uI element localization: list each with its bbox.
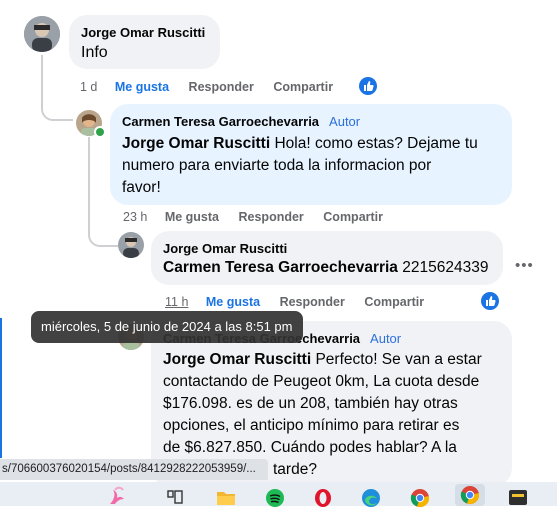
thread-line-curve xyxy=(88,225,118,247)
file-explorer-icon[interactable] xyxy=(216,488,236,506)
comment-actions: 23 h Me gusta Responder Compartir xyxy=(123,210,399,224)
comment-text-line: contactando de Peugeot 0km, La cuota des… xyxy=(163,373,480,390)
comment-text: Carmen Teresa Garroechevarria 2215624339 xyxy=(163,257,488,279)
opera-icon[interactable] xyxy=(313,488,333,507)
chrome-icon-active[interactable] xyxy=(455,484,485,506)
comment-text-line: favor! xyxy=(122,179,161,196)
mention-link[interactable]: Carmen Teresa Garroechevarria xyxy=(163,259,398,276)
thread-line xyxy=(88,137,90,227)
comment-actions: 1 d Me gusta Responder Compartir xyxy=(80,80,349,94)
status-url-bar: s/706600376020154/posts/841292822205395​… xyxy=(0,459,268,480)
spotify-icon[interactable] xyxy=(265,488,285,507)
comment-bubble: Jorge Omar Ruscitti Carmen Teresa Garroe… xyxy=(151,231,503,285)
comment-author-row: Carmen Teresa Garroechevarria Autor xyxy=(122,114,360,129)
timestamp-tooltip: miércoles, 5 de junio de 2024 a las 8:51… xyxy=(31,311,303,343)
comment-text-line: Hola! como estas? Dejame tu xyxy=(274,135,478,152)
edge-icon[interactable] xyxy=(361,488,381,507)
thread-line-curve xyxy=(41,105,73,121)
like-button[interactable]: Me gusta xyxy=(206,295,260,309)
comment-text-line: Perfecto! Se van a estar xyxy=(315,351,482,368)
reply-button[interactable]: Responder xyxy=(189,80,254,94)
share-button[interactable]: Compartir xyxy=(364,295,424,309)
phone-number: 2215624339 xyxy=(402,259,489,276)
comment-author[interactable]: Carmen Teresa Garroechevarria xyxy=(122,114,319,129)
author-badge: Autor xyxy=(370,331,402,346)
task-view-icon[interactable] xyxy=(166,488,186,506)
share-button[interactable]: Compartir xyxy=(323,210,383,224)
flamingo-icon[interactable] xyxy=(102,484,132,504)
share-button[interactable]: Compartir xyxy=(273,80,333,94)
reply-button[interactable]: Responder xyxy=(280,295,345,309)
comment-timestamp[interactable]: 23 h xyxy=(123,210,147,224)
thread-line xyxy=(41,55,43,107)
comment-actions: 11 h Me gusta Responder Compartir xyxy=(165,295,440,309)
comment-bubble: Jorge Omar Ruscitti Info xyxy=(69,15,220,69)
avatar[interactable] xyxy=(24,16,60,52)
comment-timestamp[interactable]: 1 d xyxy=(80,80,97,94)
taskbar xyxy=(0,482,557,508)
comment-text-line: opciones, el anticipo mínimo para retira… xyxy=(163,417,460,434)
like-button[interactable]: Me gusta xyxy=(115,80,169,94)
mention-link[interactable]: Jorge Omar Ruscitti xyxy=(122,135,270,152)
like-reaction-icon[interactable] xyxy=(481,292,499,310)
comment-text-line: numero para enviarte toda la informacion… xyxy=(122,157,432,174)
mention-link[interactable]: Jorge Omar Ruscitti xyxy=(163,351,311,368)
comment-timestamp[interactable]: 11 h xyxy=(165,295,188,309)
reply-button[interactable]: Responder xyxy=(239,210,304,224)
chrome-icon[interactable] xyxy=(410,488,430,508)
selection-accent xyxy=(0,318,2,458)
author-badge: Autor xyxy=(329,114,361,129)
comment-text-line: de $6.827.850. Cuándo podes hablar? A la xyxy=(163,439,457,456)
app-icon[interactable] xyxy=(508,488,528,506)
comment-bubble: Carmen Teresa Garroechevarria Autor Jorge… xyxy=(110,104,512,205)
comment-text-line: $176.098. es de un 208, también hay otra… xyxy=(163,395,458,412)
comment-author[interactable]: Jorge Omar Ruscitti xyxy=(163,241,287,256)
comment-text: Jorge Omar Ruscitti Hola! como estas? De… xyxy=(122,133,507,199)
comment-author[interactable]: Jorge Omar Ruscitti xyxy=(81,25,205,40)
more-options-icon[interactable]: ••• xyxy=(515,257,534,274)
like-reaction-icon[interactable] xyxy=(359,77,377,95)
avatar[interactable] xyxy=(118,232,144,258)
online-status-dot xyxy=(94,126,106,138)
like-button[interactable]: Me gusta xyxy=(165,210,219,224)
comment-text: Info xyxy=(81,44,108,61)
